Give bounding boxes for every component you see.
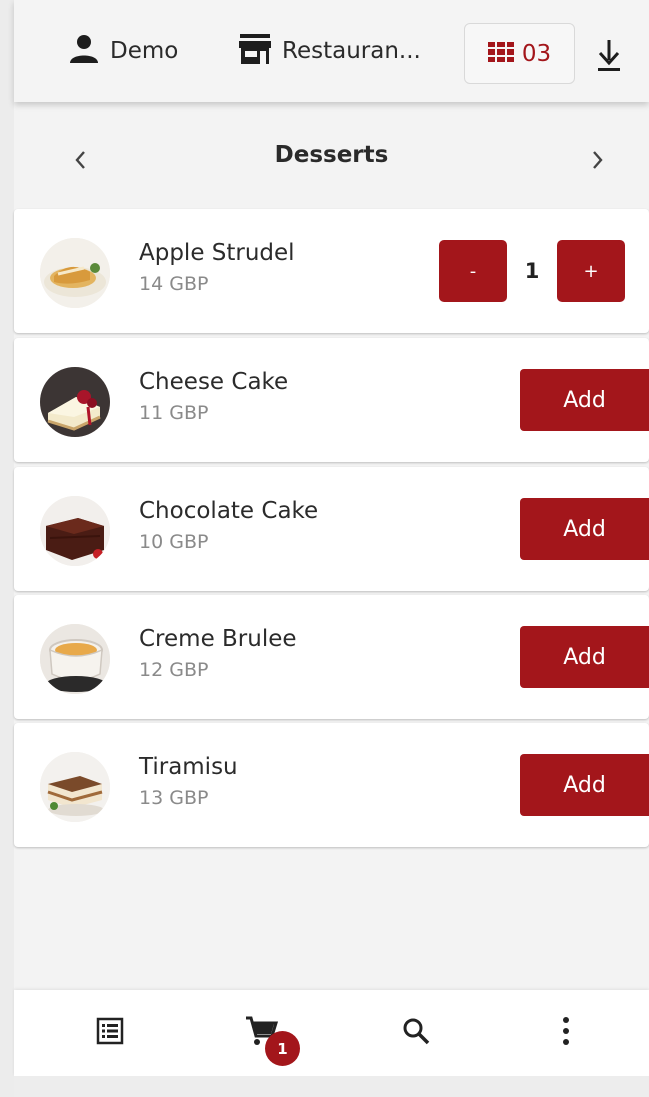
menu-item-cheese-cake: Cheese Cake 11 GBP Add bbox=[14, 338, 649, 462]
top-bar: Demo Restauran... 03 bbox=[14, 0, 649, 102]
download-button[interactable] bbox=[595, 38, 623, 72]
item-image bbox=[40, 238, 110, 308]
cart-badge: 1 bbox=[265, 1031, 300, 1066]
item-price: 14 GBP bbox=[139, 273, 209, 295]
search-button[interactable] bbox=[376, 990, 456, 1076]
menu-list-button[interactable] bbox=[70, 990, 150, 1076]
menu-item-creme-brulee: Creme Brulee 12 GBP Add bbox=[14, 595, 649, 719]
add-button[interactable]: Add bbox=[520, 626, 649, 688]
item-price: 11 GBP bbox=[139, 402, 209, 424]
next-category-button[interactable] bbox=[590, 148, 606, 172]
chevron-right-icon bbox=[590, 151, 606, 176]
table-number: 03 bbox=[521, 40, 552, 67]
item-name: Apple Strudel bbox=[139, 240, 295, 266]
menu-item-tiramisu: Tiramisu 13 GBP Add bbox=[14, 723, 649, 847]
store-icon bbox=[238, 33, 272, 69]
search-icon bbox=[401, 1016, 431, 1050]
user-label: Demo bbox=[110, 38, 179, 64]
restaurant-label: Restauran... bbox=[282, 38, 421, 64]
item-image bbox=[40, 752, 110, 822]
item-price: 10 GBP bbox=[139, 531, 209, 553]
item-image bbox=[40, 496, 110, 566]
add-button[interactable]: Add bbox=[520, 498, 649, 560]
decrease-quantity-button[interactable]: - bbox=[439, 240, 507, 302]
add-button[interactable]: Add bbox=[520, 369, 649, 431]
item-name: Tiramisu bbox=[139, 754, 238, 780]
add-button[interactable]: Add bbox=[520, 754, 649, 816]
item-price: 12 GBP bbox=[139, 659, 209, 681]
item-price: 13 GBP bbox=[139, 787, 209, 809]
table-selector[interactable]: 03 bbox=[464, 23, 575, 84]
bottom-strip bbox=[14, 1076, 649, 1097]
bottom-navigation bbox=[14, 990, 649, 1076]
restaurant-selector[interactable]: Restauran... bbox=[238, 0, 421, 102]
menu-item-apple-strudel: Apple Strudel 14 GBP - 1 + bbox=[14, 209, 649, 333]
menu-item-chocolate-cake: Chocolate Cake 10 GBP Add bbox=[14, 467, 649, 591]
item-quantity: 1 bbox=[524, 259, 540, 283]
menu-list-icon bbox=[96, 1017, 124, 1049]
user-selector[interactable]: Demo bbox=[68, 0, 178, 102]
item-name: Creme Brulee bbox=[139, 626, 297, 652]
increase-quantity-button[interactable]: + bbox=[557, 240, 625, 302]
grid-icon bbox=[487, 41, 514, 66]
category-title: Desserts bbox=[274, 142, 389, 168]
item-image bbox=[40, 624, 110, 694]
app-root: Demo Restauran... 03 Desserts Apple Stru… bbox=[14, 0, 649, 1097]
item-name: Cheese Cake bbox=[139, 369, 289, 395]
person-icon bbox=[68, 34, 100, 68]
category-header: Desserts bbox=[14, 102, 649, 208]
more-options-button[interactable] bbox=[526, 990, 606, 1076]
more-vertical-icon bbox=[561, 1016, 571, 1050]
download-icon bbox=[595, 40, 623, 76]
item-name: Chocolate Cake bbox=[139, 498, 319, 524]
item-image bbox=[40, 367, 110, 437]
